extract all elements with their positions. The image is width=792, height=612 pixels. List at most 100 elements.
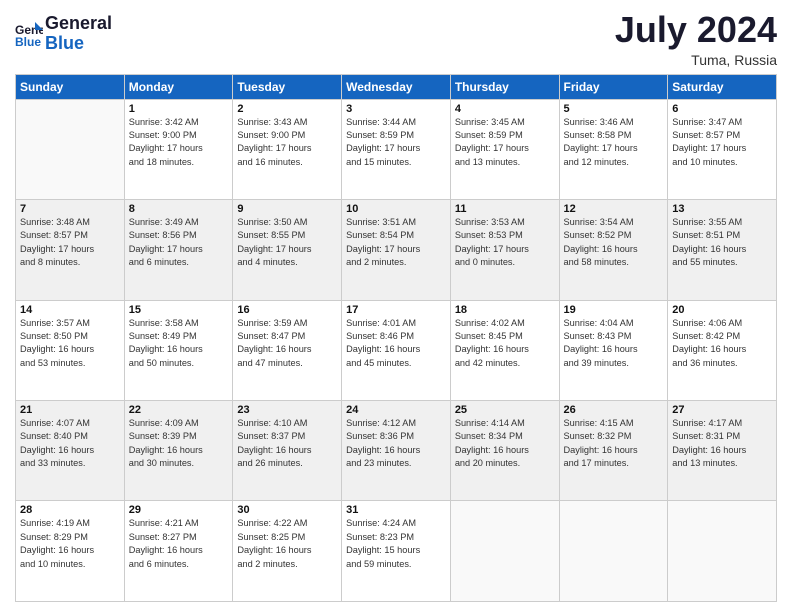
day-of-week-header: Tuesday (233, 74, 342, 99)
day-info: Sunrise: 3:58 AM Sunset: 8:49 PM Dayligh… (129, 317, 229, 370)
calendar-cell: 5Sunrise: 3:46 AM Sunset: 8:58 PM Daylig… (559, 99, 668, 199)
location: Tuma, Russia (615, 52, 777, 68)
day-info: Sunrise: 4:10 AM Sunset: 8:37 PM Dayligh… (237, 417, 337, 470)
day-info: Sunrise: 4:04 AM Sunset: 8:43 PM Dayligh… (564, 317, 664, 370)
header: General Blue General Blue July 2024 Tuma… (15, 10, 777, 68)
day-number: 23 (237, 404, 337, 416)
calendar-cell: 9Sunrise: 3:50 AM Sunset: 8:55 PM Daylig… (233, 200, 342, 300)
calendar-cell: 14Sunrise: 3:57 AM Sunset: 8:50 PM Dayli… (16, 300, 125, 400)
calendar-cell (668, 501, 777, 602)
day-number: 17 (346, 304, 446, 316)
day-info: Sunrise: 3:53 AM Sunset: 8:53 PM Dayligh… (455, 216, 555, 269)
day-info: Sunrise: 4:17 AM Sunset: 8:31 PM Dayligh… (672, 417, 772, 470)
calendar-cell: 28Sunrise: 4:19 AM Sunset: 8:29 PM Dayli… (16, 501, 125, 602)
calendar-cell: 27Sunrise: 4:17 AM Sunset: 8:31 PM Dayli… (668, 401, 777, 501)
day-info: Sunrise: 3:47 AM Sunset: 8:57 PM Dayligh… (672, 116, 772, 169)
calendar-cell: 18Sunrise: 4:02 AM Sunset: 8:45 PM Dayli… (450, 300, 559, 400)
day-info: Sunrise: 3:51 AM Sunset: 8:54 PM Dayligh… (346, 216, 446, 269)
day-info: Sunrise: 4:14 AM Sunset: 8:34 PM Dayligh… (455, 417, 555, 470)
calendar-week-row: 1Sunrise: 3:42 AM Sunset: 9:00 PM Daylig… (16, 99, 777, 199)
calendar-week-row: 14Sunrise: 3:57 AM Sunset: 8:50 PM Dayli… (16, 300, 777, 400)
logo: General Blue General Blue (15, 14, 112, 54)
day-info: Sunrise: 3:49 AM Sunset: 8:56 PM Dayligh… (129, 216, 229, 269)
day-number: 16 (237, 304, 337, 316)
day-number: 6 (672, 103, 772, 115)
calendar-cell: 6Sunrise: 3:47 AM Sunset: 8:57 PM Daylig… (668, 99, 777, 199)
day-number: 18 (455, 304, 555, 316)
day-number: 21 (20, 404, 120, 416)
calendar-cell (450, 501, 559, 602)
day-number: 8 (129, 203, 229, 215)
day-number: 24 (346, 404, 446, 416)
day-info: Sunrise: 4:07 AM Sunset: 8:40 PM Dayligh… (20, 417, 120, 470)
calendar-cell: 31Sunrise: 4:24 AM Sunset: 8:23 PM Dayli… (342, 501, 451, 602)
day-number: 11 (455, 203, 555, 215)
day-number: 7 (20, 203, 120, 215)
day-number: 9 (237, 203, 337, 215)
calendar-week-row: 21Sunrise: 4:07 AM Sunset: 8:40 PM Dayli… (16, 401, 777, 501)
day-info: Sunrise: 4:06 AM Sunset: 8:42 PM Dayligh… (672, 317, 772, 370)
calendar-cell: 10Sunrise: 3:51 AM Sunset: 8:54 PM Dayli… (342, 200, 451, 300)
calendar-cell: 2Sunrise: 3:43 AM Sunset: 9:00 PM Daylig… (233, 99, 342, 199)
calendar: SundayMondayTuesdayWednesdayThursdayFrid… (15, 74, 777, 602)
day-info: Sunrise: 4:21 AM Sunset: 8:27 PM Dayligh… (129, 517, 229, 570)
day-info: Sunrise: 4:09 AM Sunset: 8:39 PM Dayligh… (129, 417, 229, 470)
logo-line2: Blue (45, 33, 84, 53)
day-number: 27 (672, 404, 772, 416)
day-info: Sunrise: 3:55 AM Sunset: 8:51 PM Dayligh… (672, 216, 772, 269)
calendar-cell (559, 501, 668, 602)
day-info: Sunrise: 4:24 AM Sunset: 8:23 PM Dayligh… (346, 517, 446, 570)
day-number: 5 (564, 103, 664, 115)
logo-text: General Blue (45, 14, 112, 54)
logo-line1: General (45, 13, 112, 33)
day-info: Sunrise: 3:42 AM Sunset: 9:00 PM Dayligh… (129, 116, 229, 169)
day-info: Sunrise: 3:44 AM Sunset: 8:59 PM Dayligh… (346, 116, 446, 169)
day-number: 19 (564, 304, 664, 316)
calendar-cell: 20Sunrise: 4:06 AM Sunset: 8:42 PM Dayli… (668, 300, 777, 400)
day-of-week-header: Wednesday (342, 74, 451, 99)
svg-text:Blue: Blue (15, 35, 41, 48)
day-number: 22 (129, 404, 229, 416)
calendar-week-row: 28Sunrise: 4:19 AM Sunset: 8:29 PM Dayli… (16, 501, 777, 602)
day-number: 28 (20, 504, 120, 516)
day-number: 1 (129, 103, 229, 115)
day-of-week-header: Saturday (668, 74, 777, 99)
calendar-cell: 4Sunrise: 3:45 AM Sunset: 8:59 PM Daylig… (450, 99, 559, 199)
day-number: 20 (672, 304, 772, 316)
logo-icon: General Blue (15, 20, 43, 48)
day-info: Sunrise: 4:19 AM Sunset: 8:29 PM Dayligh… (20, 517, 120, 570)
calendar-cell: 16Sunrise: 3:59 AM Sunset: 8:47 PM Dayli… (233, 300, 342, 400)
calendar-cell: 29Sunrise: 4:21 AM Sunset: 8:27 PM Dayli… (124, 501, 233, 602)
calendar-cell: 19Sunrise: 4:04 AM Sunset: 8:43 PM Dayli… (559, 300, 668, 400)
day-number: 12 (564, 203, 664, 215)
calendar-cell: 3Sunrise: 3:44 AM Sunset: 8:59 PM Daylig… (342, 99, 451, 199)
day-number: 2 (237, 103, 337, 115)
day-info: Sunrise: 3:50 AM Sunset: 8:55 PM Dayligh… (237, 216, 337, 269)
day-info: Sunrise: 4:01 AM Sunset: 8:46 PM Dayligh… (346, 317, 446, 370)
calendar-cell: 24Sunrise: 4:12 AM Sunset: 8:36 PM Dayli… (342, 401, 451, 501)
day-number: 15 (129, 304, 229, 316)
calendar-cell: 7Sunrise: 3:48 AM Sunset: 8:57 PM Daylig… (16, 200, 125, 300)
day-of-week-header: Monday (124, 74, 233, 99)
calendar-cell: 26Sunrise: 4:15 AM Sunset: 8:32 PM Dayli… (559, 401, 668, 501)
title-block: July 2024 Tuma, Russia (615, 10, 777, 68)
day-number: 30 (237, 504, 337, 516)
calendar-cell: 13Sunrise: 3:55 AM Sunset: 8:51 PM Dayli… (668, 200, 777, 300)
day-number: 3 (346, 103, 446, 115)
day-number: 25 (455, 404, 555, 416)
day-info: Sunrise: 3:46 AM Sunset: 8:58 PM Dayligh… (564, 116, 664, 169)
day-of-week-header: Sunday (16, 74, 125, 99)
month-year: July 2024 (615, 10, 777, 50)
calendar-cell: 23Sunrise: 4:10 AM Sunset: 8:37 PM Dayli… (233, 401, 342, 501)
calendar-cell: 25Sunrise: 4:14 AM Sunset: 8:34 PM Dayli… (450, 401, 559, 501)
day-of-week-header: Thursday (450, 74, 559, 99)
page: General Blue General Blue July 2024 Tuma… (0, 0, 792, 612)
calendar-cell: 15Sunrise: 3:58 AM Sunset: 8:49 PM Dayli… (124, 300, 233, 400)
day-info: Sunrise: 4:02 AM Sunset: 8:45 PM Dayligh… (455, 317, 555, 370)
day-of-week-header: Friday (559, 74, 668, 99)
day-info: Sunrise: 4:12 AM Sunset: 8:36 PM Dayligh… (346, 417, 446, 470)
day-number: 13 (672, 203, 772, 215)
day-number: 31 (346, 504, 446, 516)
day-number: 26 (564, 404, 664, 416)
day-number: 29 (129, 504, 229, 516)
